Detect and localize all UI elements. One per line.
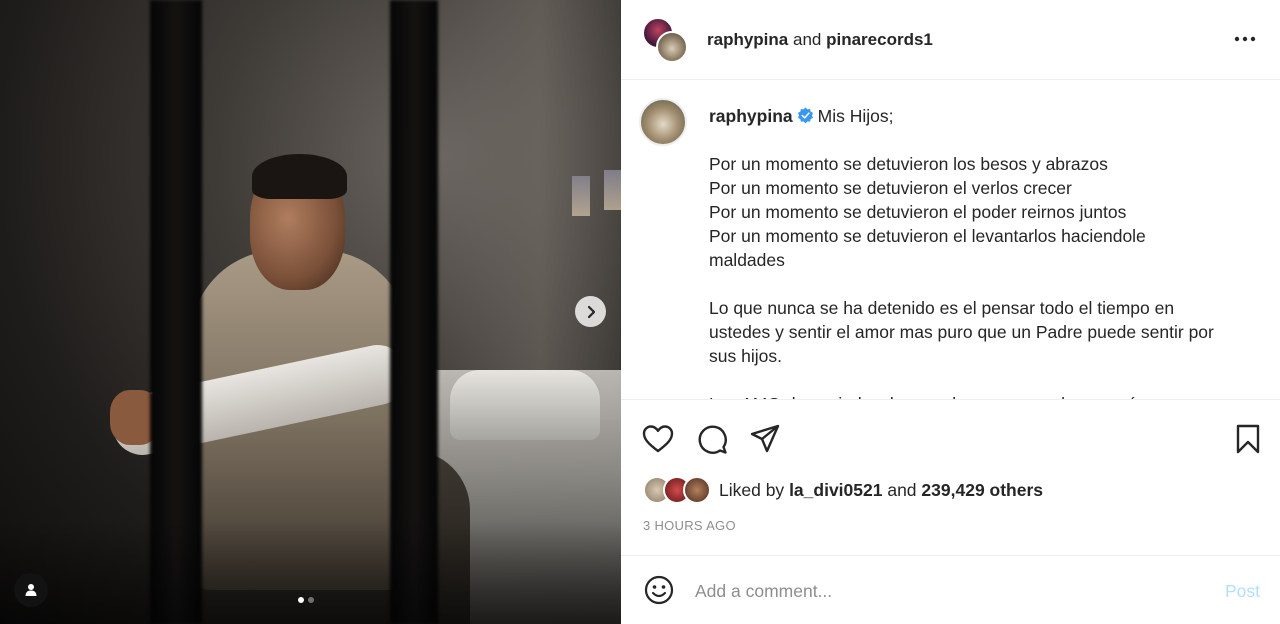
post-details-panel: raphypina and pinarecords1 raphypina Mis… <box>621 0 1280 624</box>
emoji-button[interactable] <box>642 573 676 607</box>
likes-connector: and <box>887 479 917 500</box>
user-tag-icon <box>25 584 37 596</box>
more-icon <box>1234 36 1256 42</box>
more-options-button[interactable] <box>1230 26 1260 52</box>
caption-line: ustedes y sentir el amor mas puro que un… <box>709 322 1214 342</box>
author-link[interactable]: pinarecords1 <box>826 30 933 49</box>
avatar <box>656 31 688 63</box>
verified-icon <box>797 107 813 124</box>
avatar <box>683 476 711 504</box>
collab-avatars[interactable] <box>642 17 688 63</box>
photo-floor-shadow <box>0 520 621 624</box>
caption-first-line: Mis Hijos; <box>817 106 894 126</box>
likes-prefix: Liked by <box>719 479 785 500</box>
authors-connector: and <box>792 30 822 49</box>
liker-username[interactable]: la_divi0521 <box>789 480 882 501</box>
post-header: raphypina and pinarecords1 <box>621 0 1280 80</box>
carousel-indicator <box>298 597 314 603</box>
emoji-icon <box>644 575 674 605</box>
caption-line: Lo que nunca se ha detenido es el pensar… <box>709 298 1175 318</box>
post-photo[interactable] <box>0 0 621 624</box>
caption-line: sus hijos. <box>709 346 782 366</box>
comment-icon <box>698 425 727 454</box>
chevron-right-icon <box>587 305 595 318</box>
comment-button[interactable] <box>695 422 729 456</box>
save-button[interactable] <box>1231 422 1265 456</box>
caption-line: Por un momento se detuvieron el poder re… <box>709 202 1127 222</box>
user-tags-button[interactable] <box>14 573 48 607</box>
author-link[interactable]: raphypina <box>707 30 788 49</box>
caption: raphypina Mis Hijos; Por un momento se d… <box>709 104 1254 399</box>
caption-line: Por un momento se detuvieron el verlos c… <box>709 178 1072 198</box>
like-button[interactable] <box>641 422 675 456</box>
bookmark-icon <box>1236 424 1260 454</box>
likes-count[interactable]: 239,429 others <box>921 480 1043 501</box>
post-timestamp[interactable]: 3 HOURS AGO <box>643 518 736 533</box>
share-button[interactable] <box>748 422 782 456</box>
photo-wall-poster <box>572 176 590 216</box>
avatar[interactable] <box>639 98 687 146</box>
post-actions <box>621 420 1280 458</box>
heart-icon <box>642 425 674 453</box>
carousel-dot <box>308 597 314 603</box>
caption-line: maldades <box>709 250 785 270</box>
post-comment-button[interactable]: Post <box>1225 581 1260 602</box>
caption-scroll-area[interactable]: raphypina Mis Hijos; Por un momento se d… <box>621 80 1280 400</box>
photo-pillow <box>450 370 600 440</box>
likes-summary: Liked by la_divi0521 and 239,429 others <box>643 476 1043 504</box>
comment-bar: Post <box>621 555 1280 624</box>
caption-line: Por un momento se detuvieron los besos y… <box>709 154 1108 174</box>
liker-avatars <box>643 476 713 504</box>
carousel-next-button[interactable] <box>575 296 606 327</box>
caption-line: Los AMO demasiado y les quedan poco a su… <box>709 392 1254 399</box>
photo-wall-poster <box>604 170 621 210</box>
carousel-dot-active <box>298 597 304 603</box>
share-icon <box>750 424 780 453</box>
post-authors: raphypina and pinarecords1 <box>707 30 933 50</box>
caption-line: Por un momento se detuvieron el levantar… <box>709 226 1146 246</box>
comment-input[interactable] <box>695 576 1175 606</box>
caption-username[interactable]: raphypina <box>709 106 793 126</box>
